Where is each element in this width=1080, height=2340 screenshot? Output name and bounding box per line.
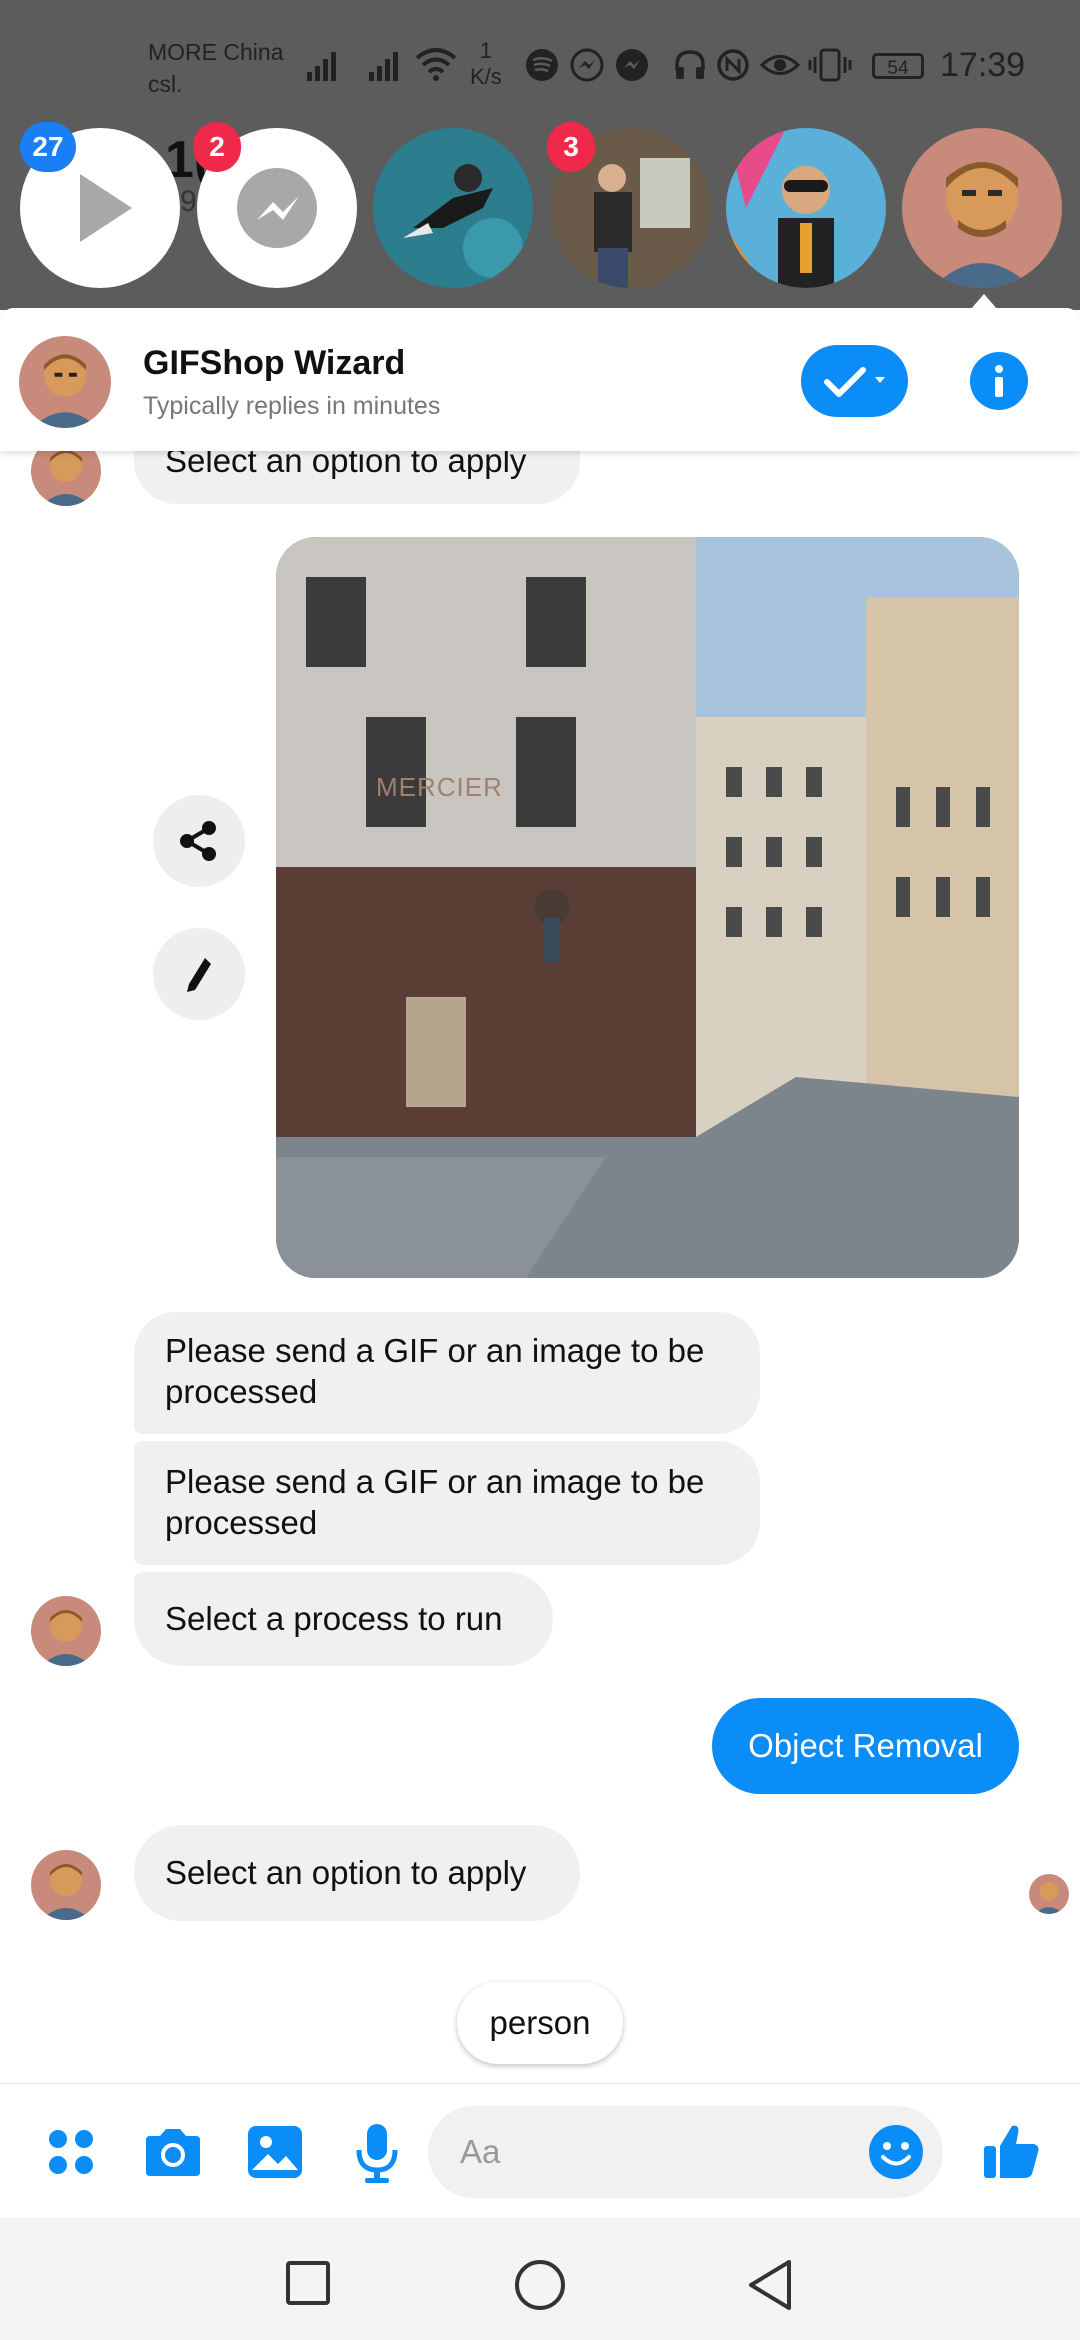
headphones-icon	[675, 50, 705, 79]
spotify-icon	[526, 49, 558, 81]
quick-reply-person[interactable]: person	[457, 1982, 623, 2064]
net-speed: 1 K/s	[470, 38, 502, 89]
image-message[interactable]: MERCIER	[276, 537, 1019, 1278]
messenger-icon	[570, 48, 604, 82]
bot-avatar[interactable]	[19, 336, 111, 428]
reply-time-status: Typically replies in minutes	[143, 392, 441, 420]
street-photo	[276, 537, 1019, 1278]
camera-icon[interactable]	[142, 2126, 204, 2180]
user-message: Object Removal	[712, 1698, 1019, 1794]
signal-icon	[307, 52, 336, 81]
gallery-icon[interactable]	[246, 2124, 304, 2180]
composer-bar	[0, 2083, 1080, 2219]
nfc-icon	[717, 49, 749, 81]
background-sub-fragment: 9	[180, 185, 197, 218]
emoji-icon[interactable]	[868, 2124, 924, 2180]
eye-icon	[760, 55, 800, 75]
unread-badge: 27	[20, 122, 76, 172]
bot-message: Select a process to run	[134, 1572, 553, 1666]
thumbs-up-icon[interactable]	[980, 2120, 1042, 2182]
wifi-icon	[415, 48, 457, 81]
battery-indicator: 54	[872, 53, 924, 79]
carrier-name: MORE China csl.	[148, 39, 284, 97]
back-button[interactable]	[745, 2258, 795, 2312]
apps-icon[interactable]	[46, 2127, 96, 2177]
chat-head-contact[interactable]	[726, 128, 886, 288]
chat-header: GIFShop Wizard Typically replies in minu…	[0, 308, 1080, 451]
share-icon	[180, 821, 216, 861]
info-button[interactable]	[970, 352, 1028, 410]
bot-message: Select an option to apply	[134, 1825, 580, 1921]
microphone-icon[interactable]	[355, 2122, 399, 2184]
avatar	[726, 128, 886, 288]
pencil-icon	[187, 958, 211, 992]
message-input[interactable]	[428, 2106, 943, 2198]
check-dropdown-icon	[824, 367, 885, 397]
avatar	[373, 128, 533, 288]
bot-avatar	[31, 1596, 101, 1666]
info-icon	[995, 365, 1003, 397]
home-button[interactable]	[513, 2258, 567, 2312]
vibrate-icon	[808, 48, 852, 82]
seen-avatar	[1029, 1874, 1069, 1914]
avatar	[902, 128, 1062, 288]
unread-badge: 3	[547, 122, 595, 172]
system-nav-bar	[0, 2218, 1080, 2340]
signal-icon	[369, 52, 398, 81]
share-button[interactable]	[153, 795, 245, 887]
chat-head-gifshop[interactable]	[902, 128, 1062, 288]
image-sign-text: MERCIER	[376, 772, 503, 802]
status-bar: MORE China csl. 1 K/s 54 17:39	[0, 0, 1080, 120]
subscribed-toggle[interactable]	[801, 345, 908, 417]
bot-message: Please send a GIF or an image to be proc…	[134, 1312, 760, 1434]
messenger-icon	[616, 49, 648, 81]
bot-avatar	[31, 1850, 101, 1920]
clock: 17:39	[940, 46, 1026, 84]
bot-message: Please send a GIF or an image to be proc…	[134, 1441, 760, 1565]
recent-apps-button[interactable]	[285, 2260, 331, 2306]
unread-badge: 2	[193, 122, 241, 172]
chat-head-contact[interactable]	[373, 128, 533, 288]
page-title[interactable]: GIFShop Wizard	[143, 344, 405, 383]
edit-button[interactable]	[153, 928, 245, 1020]
